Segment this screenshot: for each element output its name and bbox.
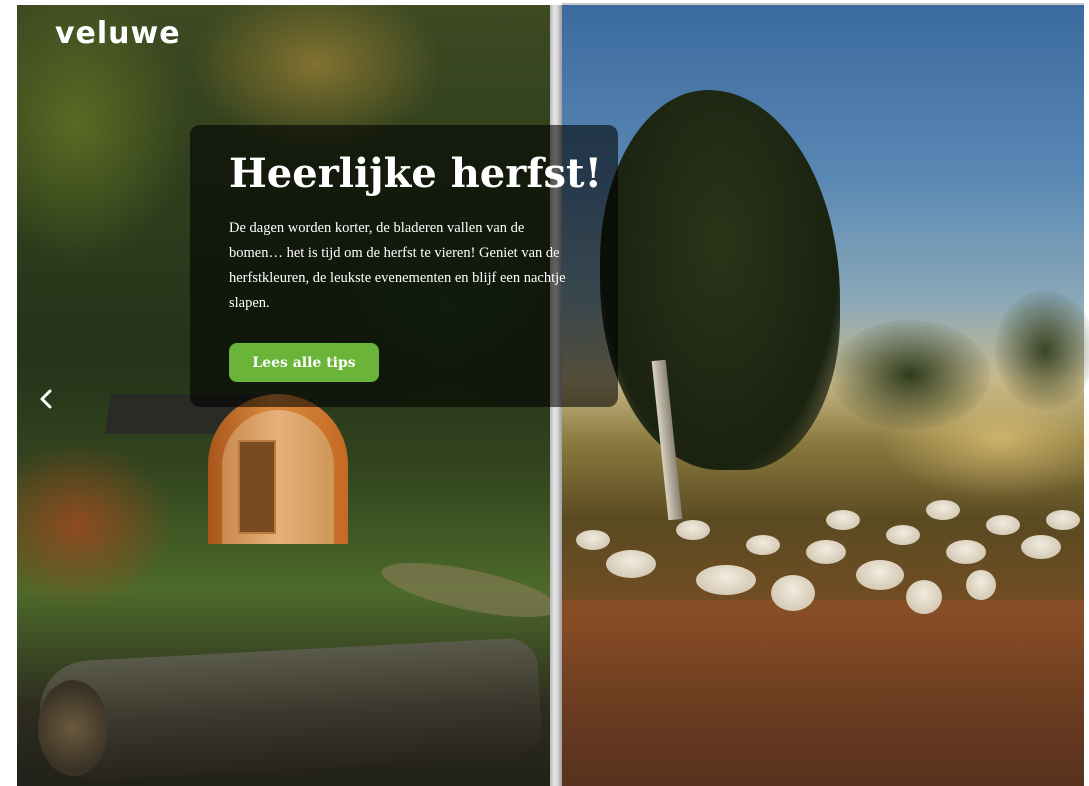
chevron-left-icon [40,389,52,409]
hero-description: De dagen worden korter, de bladeren vall… [229,220,566,311]
distant-tree [830,320,990,430]
read-all-tips-button[interactable]: Lees alle tips [229,343,379,382]
hero-title: Heerlijke herfst! [229,150,603,197]
veluwe-logo[interactable]: veluwe [55,16,181,51]
eco-pod-door [238,440,276,534]
heather-foreground [562,600,1084,786]
page: veluwe Heerlijke herfst! De dagen worden… [0,0,1089,786]
distant-tree-right [995,290,1089,410]
fallen-log-end [38,680,108,776]
carousel-prev-button[interactable] [36,387,56,411]
sheep-flock [566,480,1084,620]
